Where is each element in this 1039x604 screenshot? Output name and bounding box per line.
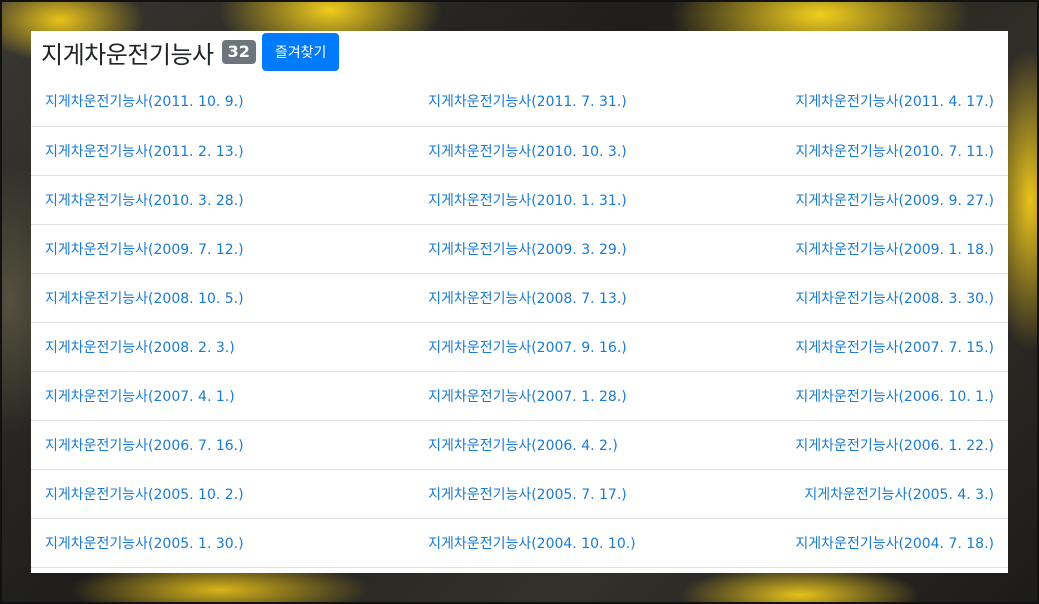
exam-link[interactable]: 지게차운전기능사(2006. 4. 2.)	[428, 438, 618, 454]
table-cell: 지게차운전기능사(2005. 1. 30.)	[31, 518, 398, 567]
exam-link[interactable]: 지게차운전기능사(2006. 10. 1.)	[795, 389, 994, 405]
exam-link[interactable]: 지게차운전기능사(2010. 7. 11.)	[795, 144, 994, 160]
exam-link[interactable]: 지게차운전기능사(2008. 2. 3.)	[45, 340, 235, 356]
exam-link[interactable]: 지게차운전기능사(2005. 1. 30.)	[45, 536, 244, 552]
table-cell: 지게차운전기능사(2010. 10. 3.)	[398, 126, 781, 175]
table-row: 지게차운전기능사(2011. 2. 13.) 지게차운전기능사(2010. 10.…	[31, 126, 1008, 175]
table-cell: 지게차운전기능사(2010. 7. 11.)	[781, 126, 1008, 175]
count-badge: 32	[221, 40, 256, 64]
table-cell: 지게차운전기능사(2006. 10. 1.)	[781, 371, 1008, 420]
table-cell: 지게차운전기능사(2007. 1. 28.)	[398, 371, 781, 420]
exam-link[interactable]: 지게차운전기능사(2011. 7. 31.)	[428, 94, 627, 110]
table-cell: 지게차운전기능사(2004. 7. 18.)	[781, 518, 1008, 567]
table-cell: 지게차운전기능사(2008. 3. 30.)	[781, 273, 1008, 322]
table-row: 지게차운전기능사(2006. 7. 16.) 지게차운전기능사(2006. 4. …	[31, 420, 1008, 469]
exam-link[interactable]: 지게차운전기능사(2007. 7. 15.)	[795, 340, 994, 356]
table-cell: 지게차운전기능사(2011. 7. 31.)	[398, 77, 781, 126]
exam-link[interactable]: 지게차운전기능사(2010. 1. 31.)	[428, 193, 627, 209]
table-cell: 지게차운전기능사(2010. 3. 28.)	[31, 175, 398, 224]
table-cell: 지게차운전기능사(2008. 2. 3.)	[31, 322, 398, 371]
exam-list-table: 지게차운전기능사(2011. 10. 9.) 지게차운전기능사(2011. 7. …	[31, 77, 1008, 568]
exam-link[interactable]: 지게차운전기능사(2008. 10. 5.)	[45, 291, 244, 307]
table-cell: 지게차운전기능사(2008. 7. 13.)	[398, 273, 781, 322]
table-row: 지게차운전기능사(2007. 4. 1.) 지게차운전기능사(2007. 1. 2…	[31, 371, 1008, 420]
table-cell: 지게차운전기능사(2005. 4. 3.)	[781, 469, 1008, 518]
exam-link[interactable]: 지게차운전기능사(2008. 3. 30.)	[795, 291, 994, 307]
table-cell: 지게차운전기능사(2006. 4. 2.)	[398, 420, 781, 469]
favorite-button[interactable]: 즐겨찾기	[261, 33, 340, 71]
exam-link[interactable]: 지게차운전기능사(2006. 1. 22.)	[795, 438, 994, 454]
exam-link[interactable]: 지게차운전기능사(2005. 7. 17.)	[428, 487, 627, 503]
table-cell: 지게차운전기능사(2011. 10. 9.)	[31, 77, 398, 126]
exam-link[interactable]: 지게차운전기능사(2005. 10. 2.)	[45, 487, 244, 503]
table-row: 지게차운전기능사(2011. 10. 9.) 지게차운전기능사(2011. 7. …	[31, 77, 1008, 126]
card-header: 지게차운전기능사 32 즐겨찾기	[41, 33, 340, 71]
table-row: 지게차운전기능사(2005. 10. 2.) 지게차운전기능사(2005. 7. …	[31, 469, 1008, 518]
exam-link[interactable]: 지게차운전기능사(2005. 4. 3.)	[804, 487, 994, 503]
exam-link[interactable]: 지게차운전기능사(2010. 3. 28.)	[45, 193, 244, 209]
table-cell: 지게차운전기능사(2009. 9. 27.)	[781, 175, 1008, 224]
table-cell: 지게차운전기능사(2004. 10. 10.)	[398, 518, 781, 567]
exam-link[interactable]: 지게차운전기능사(2009. 1. 18.)	[795, 242, 994, 258]
exam-link[interactable]: 지게차운전기능사(2010. 10. 3.)	[428, 144, 627, 160]
page-title: 지게차운전기능사	[41, 40, 214, 69]
exam-list-card: 지게차운전기능사 32 즐겨찾기 지게차운전기능사(2011. 10. 9.) 지…	[31, 31, 1008, 573]
table-row: 지게차운전기능사(2008. 2. 3.) 지게차운전기능사(2007. 9. 1…	[31, 322, 1008, 371]
exam-link[interactable]: 지게차운전기능사(2007. 4. 1.)	[45, 389, 235, 405]
exam-link[interactable]: 지게차운전기능사(2009. 9. 27.)	[795, 193, 994, 209]
exam-link[interactable]: 지게차운전기능사(2009. 3. 29.)	[428, 242, 627, 258]
exam-link[interactable]: 지게차운전기능사(2004. 7. 18.)	[795, 536, 994, 552]
exam-link[interactable]: 지게차운전기능사(2011. 2. 13.)	[45, 144, 244, 160]
table-cell: 지게차운전기능사(2007. 4. 1.)	[31, 371, 398, 420]
table-cell: 지게차운전기능사(2009. 1. 18.)	[781, 224, 1008, 273]
exam-link[interactable]: 지게차운전기능사(2008. 7. 13.)	[428, 291, 627, 307]
table-cell: 지게차운전기능사(2008. 10. 5.)	[31, 273, 398, 322]
table-row: 지게차운전기능사(2005. 1. 30.) 지게차운전기능사(2004. 10.…	[31, 518, 1008, 567]
table-row: 지게차운전기능사(2010. 3. 28.) 지게차운전기능사(2010. 1. …	[31, 175, 1008, 224]
table-cell: 지게차운전기능사(2007. 9. 16.)	[398, 322, 781, 371]
exam-link[interactable]: 지게차운전기능사(2011. 4. 17.)	[795, 94, 994, 110]
exam-link[interactable]: 지게차운전기능사(2007. 1. 28.)	[428, 389, 627, 405]
table-cell: 지게차운전기능사(2005. 10. 2.)	[31, 469, 398, 518]
table-cell: 지게차운전기능사(2006. 7. 16.)	[31, 420, 398, 469]
exam-link[interactable]: 지게차운전기능사(2007. 9. 16.)	[428, 340, 627, 356]
table-cell: 지게차운전기능사(2009. 7. 12.)	[31, 224, 398, 273]
exam-link[interactable]: 지게차운전기능사(2006. 7. 16.)	[45, 438, 244, 454]
table-cell: 지게차운전기능사(2007. 7. 15.)	[781, 322, 1008, 371]
table-cell: 지게차운전기능사(2006. 1. 22.)	[781, 420, 1008, 469]
table-cell: 지게차운전기능사(2010. 1. 31.)	[398, 175, 781, 224]
table-row: 지게차운전기능사(2009. 7. 12.) 지게차운전기능사(2009. 3. …	[31, 224, 1008, 273]
exam-link[interactable]: 지게차운전기능사(2004. 10. 10.)	[428, 536, 635, 552]
table-row: 지게차운전기능사(2008. 10. 5.) 지게차운전기능사(2008. 7. …	[31, 273, 1008, 322]
table-cell: 지게차운전기능사(2011. 4. 17.)	[781, 77, 1008, 126]
table-cell: 지게차운전기능사(2011. 2. 13.)	[31, 126, 398, 175]
exam-link[interactable]: 지게차운전기능사(2009. 7. 12.)	[45, 242, 244, 258]
exam-link[interactable]: 지게차운전기능사(2011. 10. 9.)	[45, 94, 244, 110]
table-cell: 지게차운전기능사(2005. 7. 17.)	[398, 469, 781, 518]
table-cell: 지게차운전기능사(2009. 3. 29.)	[398, 224, 781, 273]
